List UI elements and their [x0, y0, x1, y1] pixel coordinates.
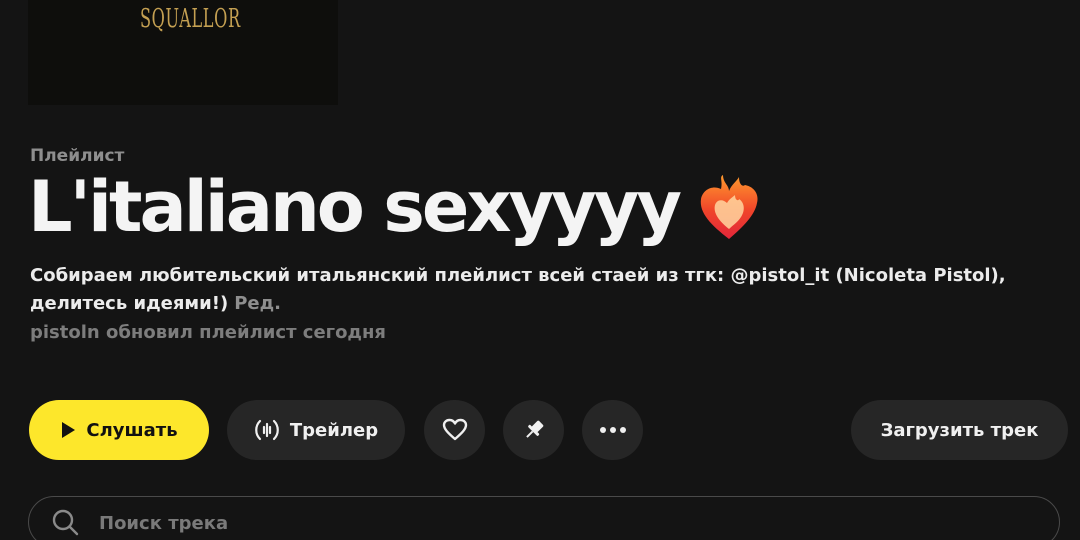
description-text: Собираем любительский итальянский плейли… — [30, 265, 1006, 314]
title-row: L'italiano sexyyyy — [28, 164, 765, 250]
playlist-cover[interactable]: SQUALLOR — [28, 0, 338, 105]
heart-on-fire-icon — [700, 175, 758, 239]
pin-icon — [521, 417, 547, 443]
more-button[interactable] — [582, 400, 643, 460]
edit-description-link[interactable]: Ред. — [234, 293, 281, 314]
play-icon — [60, 421, 76, 439]
like-button[interactable] — [424, 400, 485, 460]
play-button-label: Слушать — [86, 419, 178, 441]
playlist-kind-label: Плейлист — [30, 146, 125, 166]
playlist-page: SQUALLOR Плейлист L'italiano sexyyyy Соб… — [0, 0, 1080, 540]
playlist-updated-info: pistoln обновил плейлист сегодня — [30, 322, 386, 343]
trailer-button[interactable]: Трейлер — [227, 400, 405, 460]
heart-outline-icon — [442, 418, 468, 442]
playlist-description: Собираем любительский итальянский плейли… — [30, 262, 1075, 318]
play-button[interactable]: Слушать — [29, 400, 209, 460]
page-title: L'italiano sexyyyy — [28, 166, 682, 248]
track-search[interactable] — [28, 496, 1060, 540]
search-input[interactable] — [97, 511, 901, 535]
search-icon — [52, 509, 79, 536]
trailer-button-label: Трейлер — [289, 419, 379, 441]
upload-track-label: Загрузить трек — [880, 419, 1039, 441]
pin-button[interactable] — [503, 400, 564, 460]
trailer-waveform-icon — [254, 417, 280, 443]
more-dots-icon — [599, 426, 627, 434]
cover-art-text: SQUALLOR — [140, 4, 241, 34]
upload-track-button[interactable]: Загрузить трек — [851, 400, 1068, 460]
